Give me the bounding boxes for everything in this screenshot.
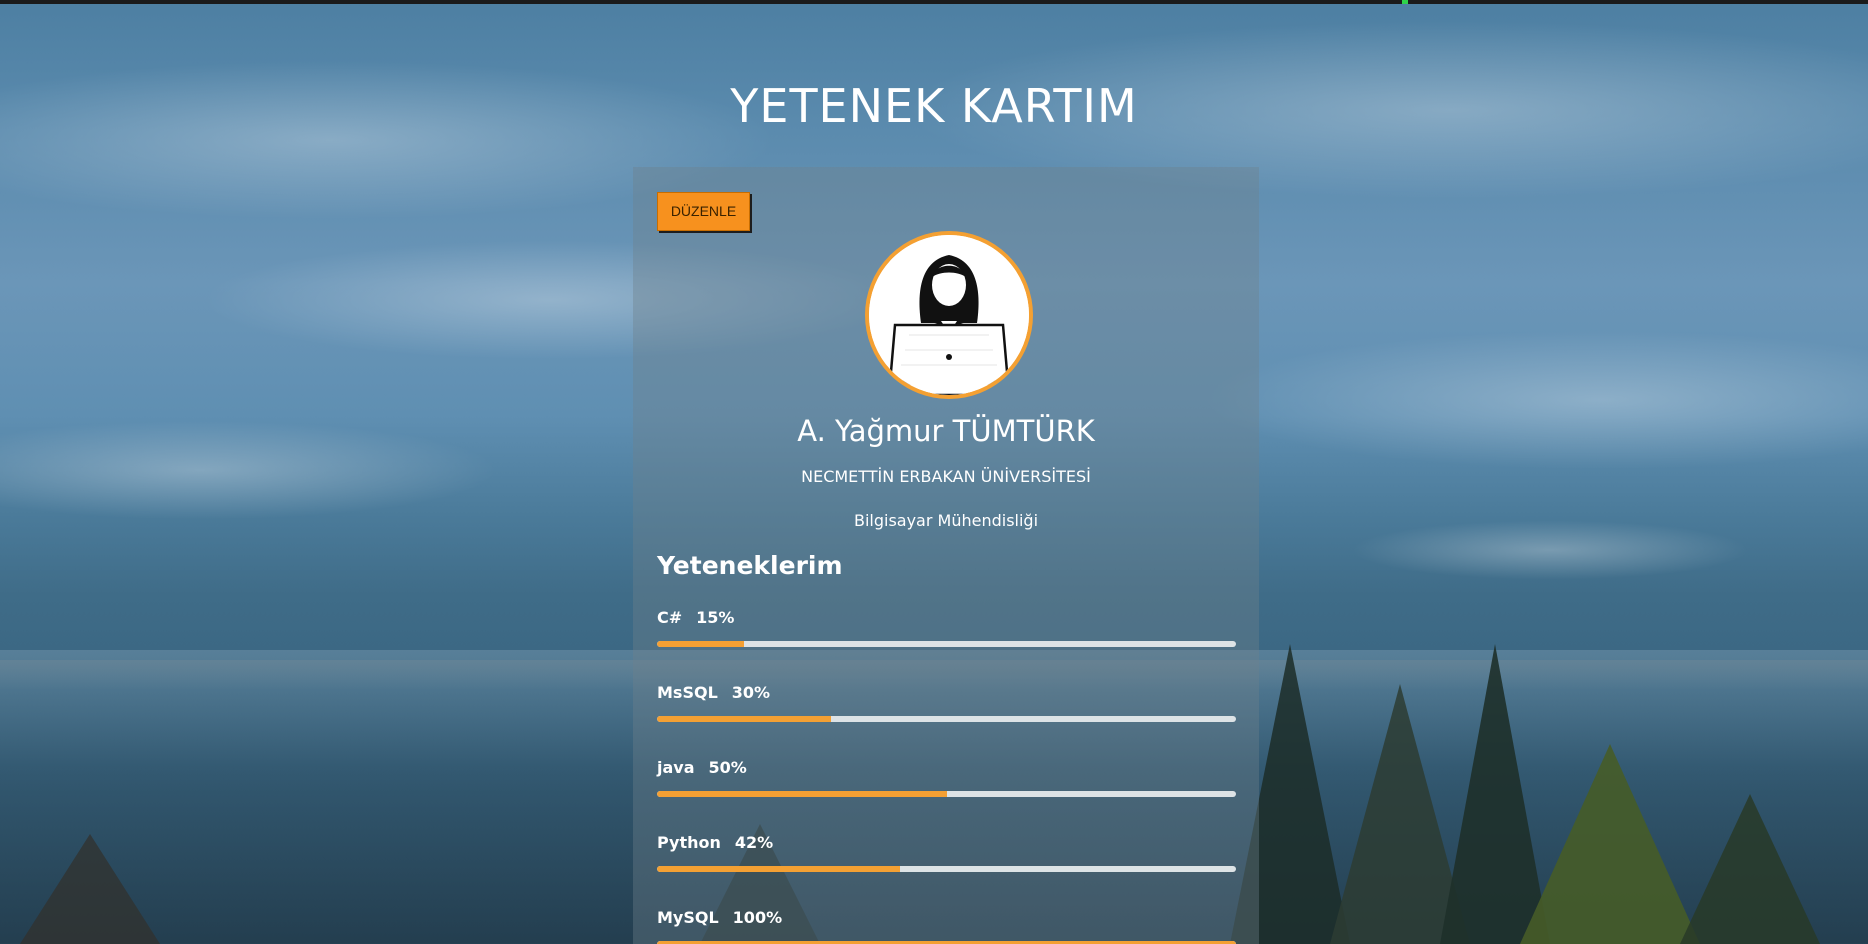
page-title: YETENEK KARTIM — [730, 78, 1138, 133]
skill-name: Python — [657, 833, 721, 852]
skill-name: MySQL — [657, 908, 719, 927]
skill-item: C# 15% — [657, 608, 1236, 658]
avatar — [865, 231, 1033, 399]
school-name: NECMETTİN ERBAKAN ÜNİVERSİTESİ — [801, 467, 1091, 486]
skill-item: Python 42% — [657, 833, 1236, 883]
skill-card: DÜZENLE A. Yağmur TÜMTÜRK NECMETTİN ERBA… — [633, 167, 1259, 944]
skill-progress-track — [657, 716, 1236, 722]
skill-progress-track — [657, 641, 1236, 647]
skill-item: MsSQL 30% — [657, 683, 1236, 733]
skill-progress-track — [657, 791, 1236, 797]
skill-progress-fill — [657, 716, 831, 722]
skill-item: java 50% — [657, 758, 1236, 808]
skill-progress-fill — [657, 641, 744, 647]
woman-at-laptop-avatar-icon — [869, 235, 1029, 395]
skill-name: java — [657, 758, 695, 777]
edit-button[interactable]: DÜZENLE — [657, 192, 750, 231]
skill-name: C# — [657, 608, 683, 627]
skill-percent: 100% — [732, 908, 783, 927]
skill-percent: 50% — [708, 758, 747, 777]
profile-name: A. Yağmur TÜMTÜRK — [797, 414, 1095, 448]
skill-item: MySQL 100% — [657, 908, 1236, 944]
skills-heading: Yeteneklerim — [657, 551, 843, 580]
skill-name: MsSQL — [657, 683, 718, 702]
skill-progress-fill — [657, 791, 947, 797]
skill-percent: 15% — [696, 608, 735, 627]
department-name: Bilgisayar Mühendisliği — [853, 511, 1039, 530]
skill-percent: 42% — [734, 833, 774, 852]
browser-top-strip — [0, 0, 1868, 4]
skill-percent: 30% — [731, 683, 771, 702]
skill-progress-track — [657, 866, 1236, 872]
skill-progress-fill — [657, 866, 901, 872]
